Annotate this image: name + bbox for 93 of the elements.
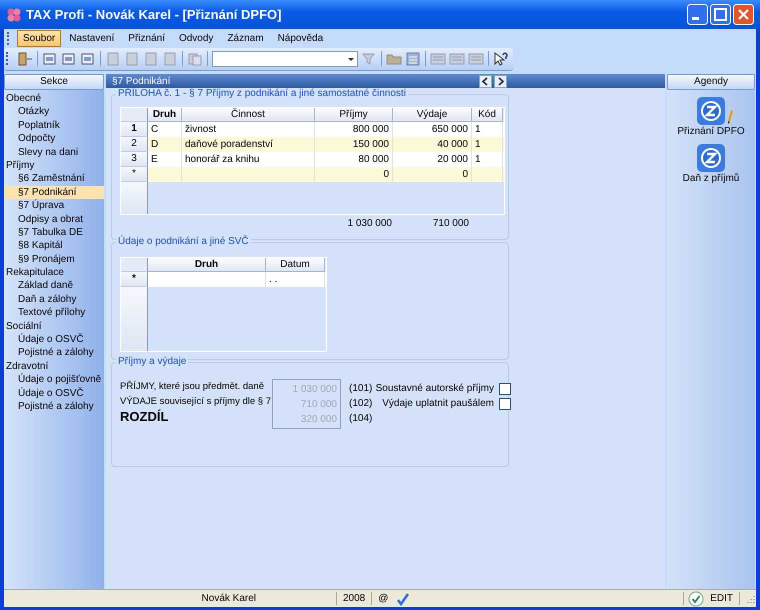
sidebar-item[interactable]: Pojistné a zálohy [4, 400, 104, 414]
sidebar-item[interactable]: §7 Úprava [4, 199, 104, 213]
sidebar-item[interactable]: Textové přílohy [4, 306, 104, 320]
group-title: PŘÍLOHA č. 1 - § 7 Příjmy z podnikání a jiné samostatné činnosti [116, 88, 408, 99]
row-code: (104) [349, 412, 374, 426]
field-label: ROZDÍL [120, 409, 168, 424]
menu-item[interactable]: Záznam [221, 30, 270, 46]
agenda-item[interactable]: Daň z příjmů [682, 173, 740, 184]
sidebar-item[interactable]: §8 Kapitál [4, 239, 104, 253]
sidebar-item[interactable]: §6 Zaměstnání [4, 172, 104, 186]
panel-title: §7 Podnikání [112, 76, 172, 86]
sidebar-item[interactable]: Údaje o OSVČ [4, 333, 104, 346]
agenda-item[interactable]: Přiznání DPFO [677, 126, 745, 137]
column-header[interactable]: Příjmy [315, 108, 393, 122]
table-cell: 0 [315, 167, 393, 182]
agenda-icon[interactable] [696, 96, 734, 126]
row-code: (101) [349, 382, 374, 396]
sidebar-item[interactable]: Odpisy a obrat [4, 212, 104, 226]
agenda-icon[interactable] [696, 143, 726, 173]
previous-icon[interactable] [479, 74, 492, 88]
panel-icon[interactable] [468, 50, 484, 66]
status-user: Novák Karel [200, 593, 257, 604]
menu-item[interactable]: Nastavení [63, 30, 120, 46]
sidebar-item[interactable]: §7 Tabulka DE [4, 226, 104, 240]
column-header[interactable]: Druh [148, 258, 266, 272]
app-icon [6, 6, 22, 22]
next-icon[interactable] [494, 74, 507, 88]
sidebar-group[interactable]: Příjmy [4, 158, 104, 172]
row-header-strip [121, 287, 148, 351]
agendas-header: Agendy [667, 74, 755, 90]
status-year: 2008 [342, 593, 366, 604]
row-header[interactable]: 1 [121, 122, 148, 137]
minimize-icon[interactable] [687, 4, 708, 25]
checkbox-label: Výdaje uplatnit paušálem [382, 398, 494, 409]
sidebar-header: Sekce [4, 74, 104, 90]
checkbox[interactable] [499, 398, 511, 410]
row-header[interactable]: 2 [121, 137, 148, 152]
field-label: PŘÍJMY, které jsou předmět. daně [120, 380, 264, 394]
sidebar-group[interactable]: Sociální [4, 320, 104, 334]
table-cell: 0 [393, 167, 472, 182]
sidebar-item[interactable]: Slevy na dani [4, 146, 104, 159]
group-title: Příjmy a výdaje [116, 356, 188, 367]
exit-icon[interactable] [17, 50, 33, 66]
field-value: 1 030 000 [292, 383, 337, 397]
sidebar-item[interactable]: Údaje o pojišťovně [4, 373, 104, 387]
sidebar-item[interactable]: Základ daně [4, 279, 104, 293]
window-title: TAX Profi - Novák Karel - [Přiznání DPFO] [26, 7, 282, 22]
column-header[interactable]: Činnost [182, 108, 315, 122]
column-header[interactable]: Kód [472, 108, 503, 122]
sidebar-item[interactable]: Poplatník [4, 118, 104, 132]
total-value: 710 000 [432, 218, 469, 228]
row-header-strip [121, 182, 148, 214]
group-title: Údaje o podnikání a jiné SVČ [116, 236, 251, 247]
field-value: 320 000 [300, 413, 337, 427]
sidebar-item[interactable]: Otázky [4, 105, 104, 119]
sidebar-group[interactable]: Rekapitulace [4, 266, 104, 280]
field-value: 710 000 [300, 398, 337, 412]
menu-item[interactable]: Nápověda [272, 30, 330, 46]
row-header[interactable]: * [121, 272, 148, 287]
sidebar-group[interactable]: Obecné [4, 92, 104, 106]
total-value: 1 030 000 [346, 218, 392, 228]
combo-box[interactable] [212, 50, 358, 66]
row-code: (102) [349, 397, 374, 411]
sidebar-group[interactable]: Zdravotní [4, 360, 104, 374]
checkbox[interactable] [499, 382, 511, 394]
maximize-icon[interactable] [710, 4, 731, 25]
check-circle-icon [688, 590, 704, 606]
menu-item[interactable]: Přiznání [122, 30, 171, 46]
filter-icon[interactable] [361, 50, 377, 66]
menu-item[interactable]: Soubor [17, 30, 62, 46]
sidebar-item[interactable]: Daň a zálohy [4, 292, 104, 306]
grid-corner [121, 258, 148, 272]
paste-icon[interactable] [187, 50, 203, 66]
column-header[interactable]: Druh [148, 108, 182, 122]
sidebar-item[interactable]: Pojistné a zálohy [4, 346, 104, 360]
checkbox-label: Soustavné autorské příjmy [376, 383, 494, 394]
row-header[interactable]: 3 [121, 152, 148, 167]
column-header[interactable]: Výdaje [393, 108, 472, 122]
status-mail: @ [377, 593, 390, 604]
sidebar-item[interactable]: Údaje o OSVČ [4, 386, 104, 400]
status-mode: EDIT [709, 593, 734, 604]
column-header[interactable]: Datum [266, 258, 325, 272]
field-label: VÝDAJE související s příjmy dle § 7 [120, 394, 271, 409]
table-cell: . . [266, 272, 325, 287]
document-icon[interactable] [105, 50, 121, 66]
grid-corner [121, 108, 148, 122]
row-header[interactable]: * [121, 167, 148, 182]
sidebar-item[interactable]: Odpočty [4, 132, 104, 146]
menu-item[interactable]: Odvody [172, 30, 220, 46]
sidebar-item[interactable]: §7 Podnikání [4, 186, 104, 200]
close-icon[interactable] [733, 4, 754, 25]
help-icon[interactable] [493, 50, 509, 66]
sidebar-item[interactable]: §9 Pronájem [4, 252, 104, 266]
